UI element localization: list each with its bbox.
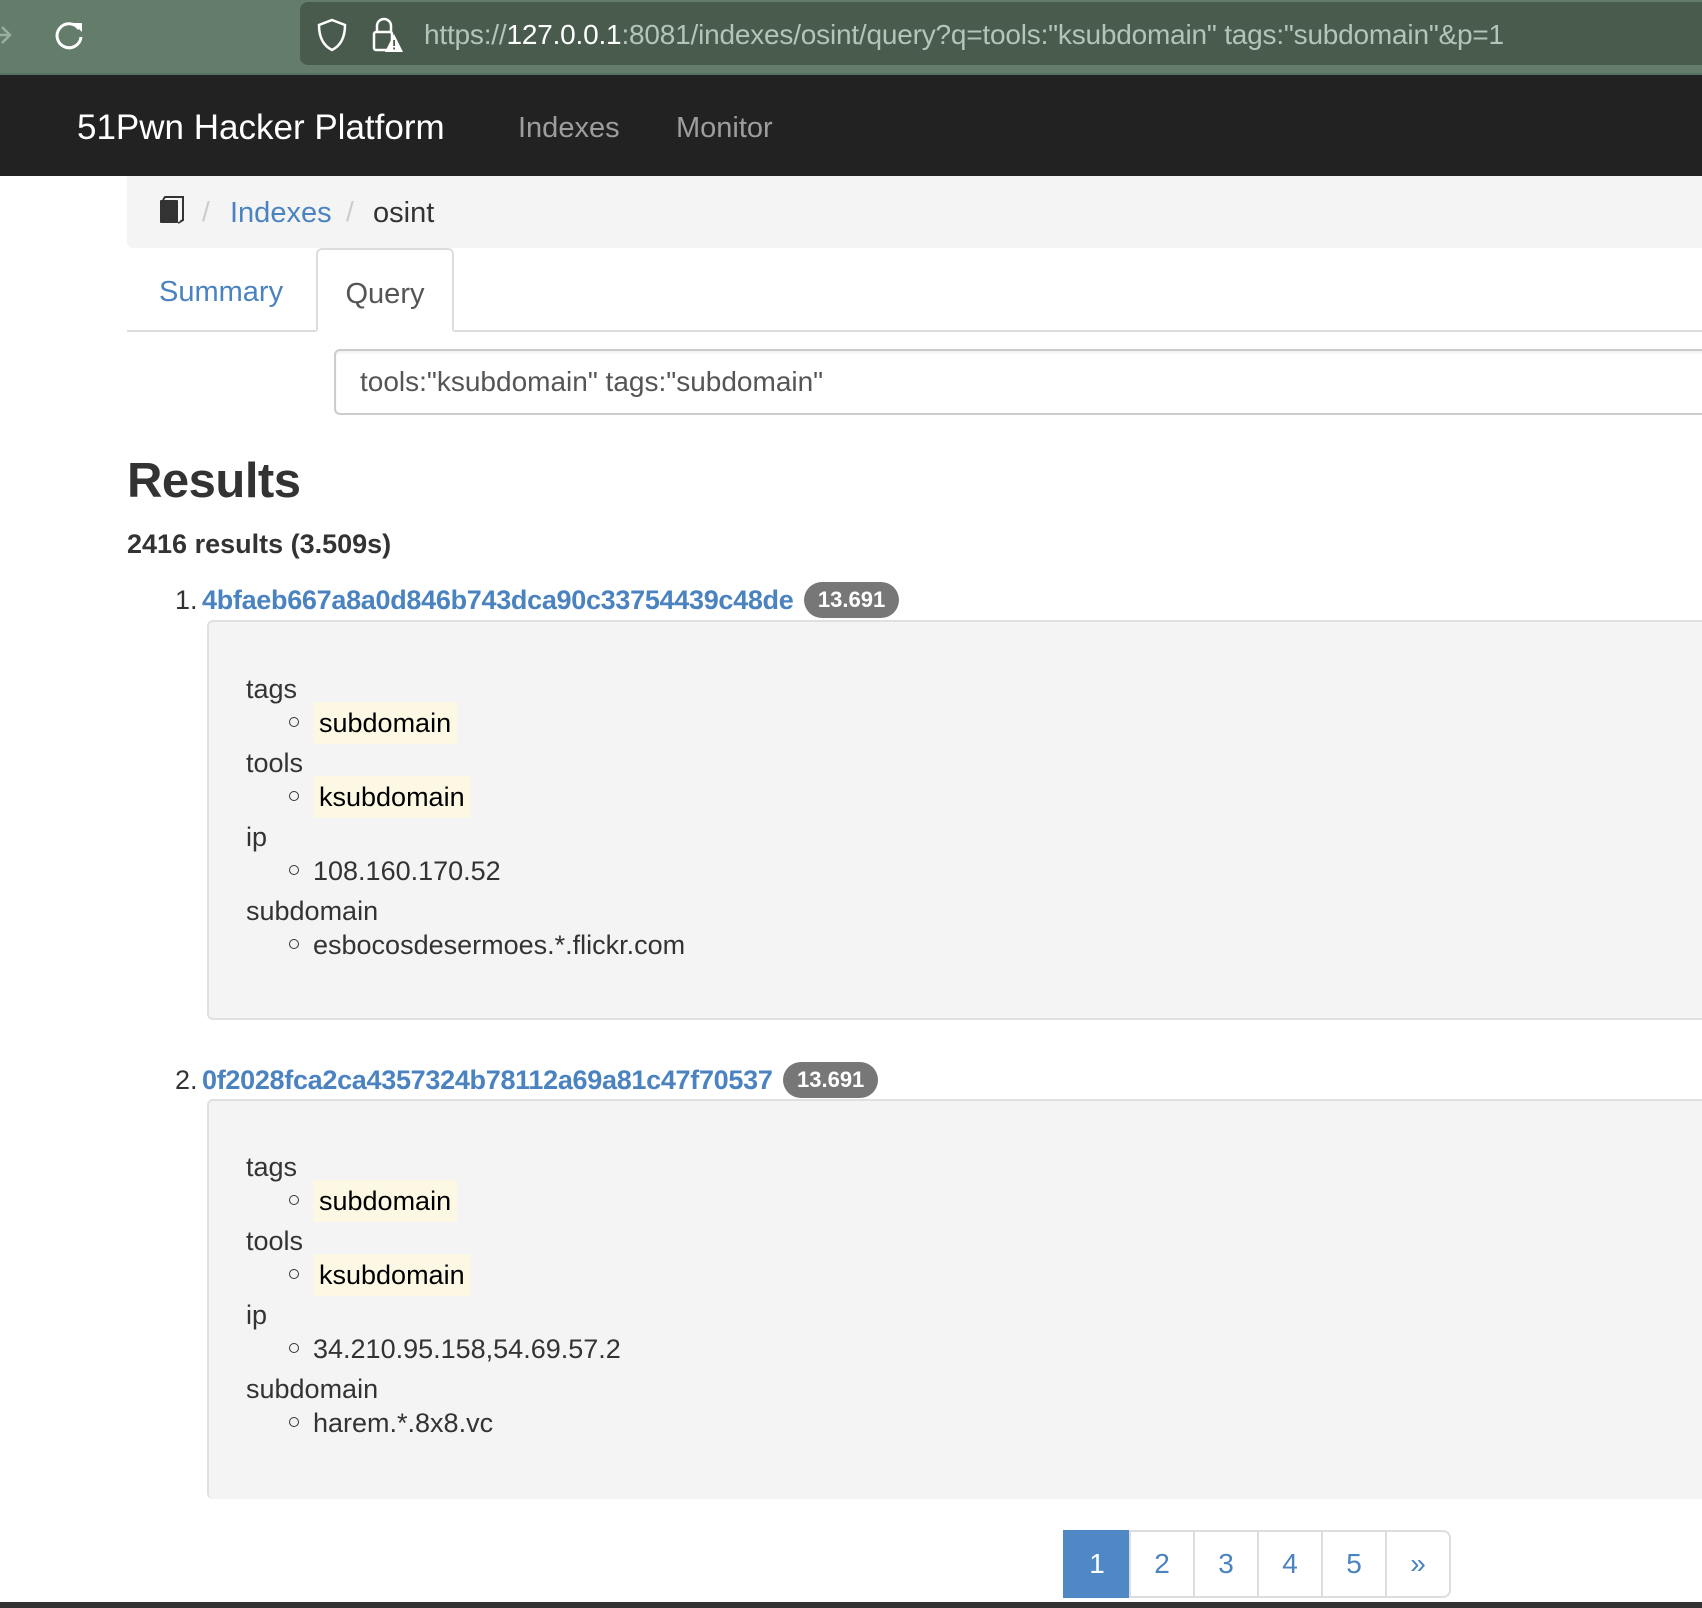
score-badge: 13.691 — [783, 1062, 879, 1098]
tab-summary[interactable]: Summary — [159, 248, 283, 332]
highlighted-term: ksubdomain — [313, 1254, 471, 1296]
bullet-icon — [289, 1269, 299, 1279]
nav-indexes[interactable]: Indexes — [518, 112, 620, 145]
field-value-tags: subdomain — [289, 1180, 458, 1222]
book-icon[interactable] — [159, 196, 185, 224]
bullet-icon — [289, 1343, 299, 1353]
query-input[interactable] — [334, 349, 1702, 415]
breadcrumb-separator: / — [346, 196, 354, 227]
field-name-tools: tools — [246, 748, 304, 778]
field-value-subdomain: esbocosdesermoes.*.flickr.com — [289, 930, 685, 961]
highlighted-term: ksubdomain — [313, 776, 471, 818]
result-document: tags subdomain tools ksubdomain ip 108.1… — [207, 620, 1702, 1020]
field-value-tags: subdomain — [289, 702, 458, 744]
highlighted-term: subdomain — [313, 1180, 458, 1222]
url-path: :8081/indexes/osint/query?q=tools:"ksubd… — [621, 19, 1504, 50]
tab-query[interactable]: Query — [316, 248, 454, 332]
page-2-button[interactable]: 2 — [1129, 1530, 1195, 1598]
page-5-button[interactable]: 5 — [1321, 1530, 1387, 1598]
field-name-subdomain: subdomain — [246, 896, 379, 926]
score-badge: 13.691 — [803, 582, 900, 618]
page-3-button[interactable]: 3 — [1193, 1530, 1259, 1598]
highlighted-term: subdomain — [313, 702, 458, 744]
result-id-link[interactable]: 0f2028fca2ca4357324b78112a69a81c47f70537 — [202, 1065, 773, 1095]
results-heading: Results — [127, 454, 301, 508]
ip-value: 108.160.170.52 — [313, 856, 501, 886]
field-name-tags: tags — [246, 1152, 298, 1182]
result-document: tags subdomain tools ksubdomain ip 34.21… — [207, 1099, 1702, 1499]
browser-toolbar: https://127.0.0.1:8081/indexes/osint/que… — [0, 0, 1702, 75]
subdomain-value: harem.*.8x8.vc — [313, 1408, 494, 1438]
forward-arrow-icon[interactable] — [0, 20, 16, 50]
field-value-ip: 108.160.170.52 — [289, 856, 501, 887]
bullet-icon — [289, 791, 299, 801]
window-bottom-edge — [0, 1602, 1702, 1608]
bullet-icon — [289, 1417, 299, 1427]
breadcrumb-indexes[interactable]: Indexes — [230, 197, 332, 230]
url-scheme: https:// — [424, 19, 507, 50]
field-value-ip: 34.210.95.158,54.69.57.2 — [289, 1334, 621, 1365]
address-bar[interactable]: https://127.0.0.1:8081/indexes/osint/que… — [300, 2, 1702, 65]
page-1-button[interactable]: 1 — [1063, 1530, 1131, 1598]
top-navbar: 51Pwn Hacker Platform Indexes Monitor — [0, 75, 1702, 176]
subdomain-value: esbocosdesermoes.*.flickr.com — [313, 930, 686, 960]
ip-value: 34.210.95.158,54.69.57.2 — [313, 1334, 621, 1364]
results-count: 2416 results (3.509s) — [127, 529, 392, 559]
result-title: 1. 4bfaeb667a8a0d846b743dca90c33754439c4… — [175, 582, 900, 622]
field-name-tools: tools — [246, 1226, 304, 1256]
bullet-icon — [289, 865, 299, 875]
insecure-lock-icon[interactable] — [370, 16, 404, 54]
pagination: 1 2 3 4 5 » — [1063, 1530, 1451, 1598]
url-host: 127.0.0.1 — [506, 19, 622, 50]
next-page-button[interactable]: » — [1385, 1530, 1451, 1598]
page-4-button[interactable]: 4 — [1257, 1530, 1323, 1598]
brand-logo[interactable]: 51Pwn Hacker Platform — [77, 108, 445, 148]
shield-icon[interactable] — [316, 18, 348, 52]
field-name-tags: tags — [246, 674, 298, 704]
field-name-ip: ip — [246, 822, 268, 852]
field-value-tools: ksubdomain — [289, 1254, 471, 1296]
bullet-icon — [289, 939, 299, 949]
field-value-subdomain: harem.*.8x8.vc — [289, 1408, 493, 1439]
result-number: 1. — [175, 585, 198, 615]
breadcrumb-current: osint — [373, 197, 435, 229]
url-text[interactable]: https://127.0.0.1:8081/indexes/osint/que… — [424, 19, 1504, 51]
breadcrumb-separator: / — [202, 196, 210, 227]
breadcrumb: / Indexes / osint — [127, 176, 1702, 248]
nav-monitor[interactable]: Monitor — [676, 112, 773, 145]
field-value-tools: ksubdomain — [289, 776, 471, 818]
reload-icon[interactable] — [52, 18, 86, 52]
tab-bar: Summary Query — [127, 248, 1702, 332]
result-number: 2. — [175, 1065, 198, 1095]
field-name-ip: ip — [246, 1300, 268, 1330]
result-id-link[interactable]: 4bfaeb667a8a0d846b743dca90c33754439c48de — [202, 585, 794, 615]
bullet-icon — [289, 1195, 299, 1205]
result-title: 2. 0f2028fca2ca4357324b78112a69a81c47f70… — [175, 1062, 879, 1102]
field-name-subdomain: subdomain — [246, 1374, 379, 1404]
bullet-icon — [289, 717, 299, 727]
